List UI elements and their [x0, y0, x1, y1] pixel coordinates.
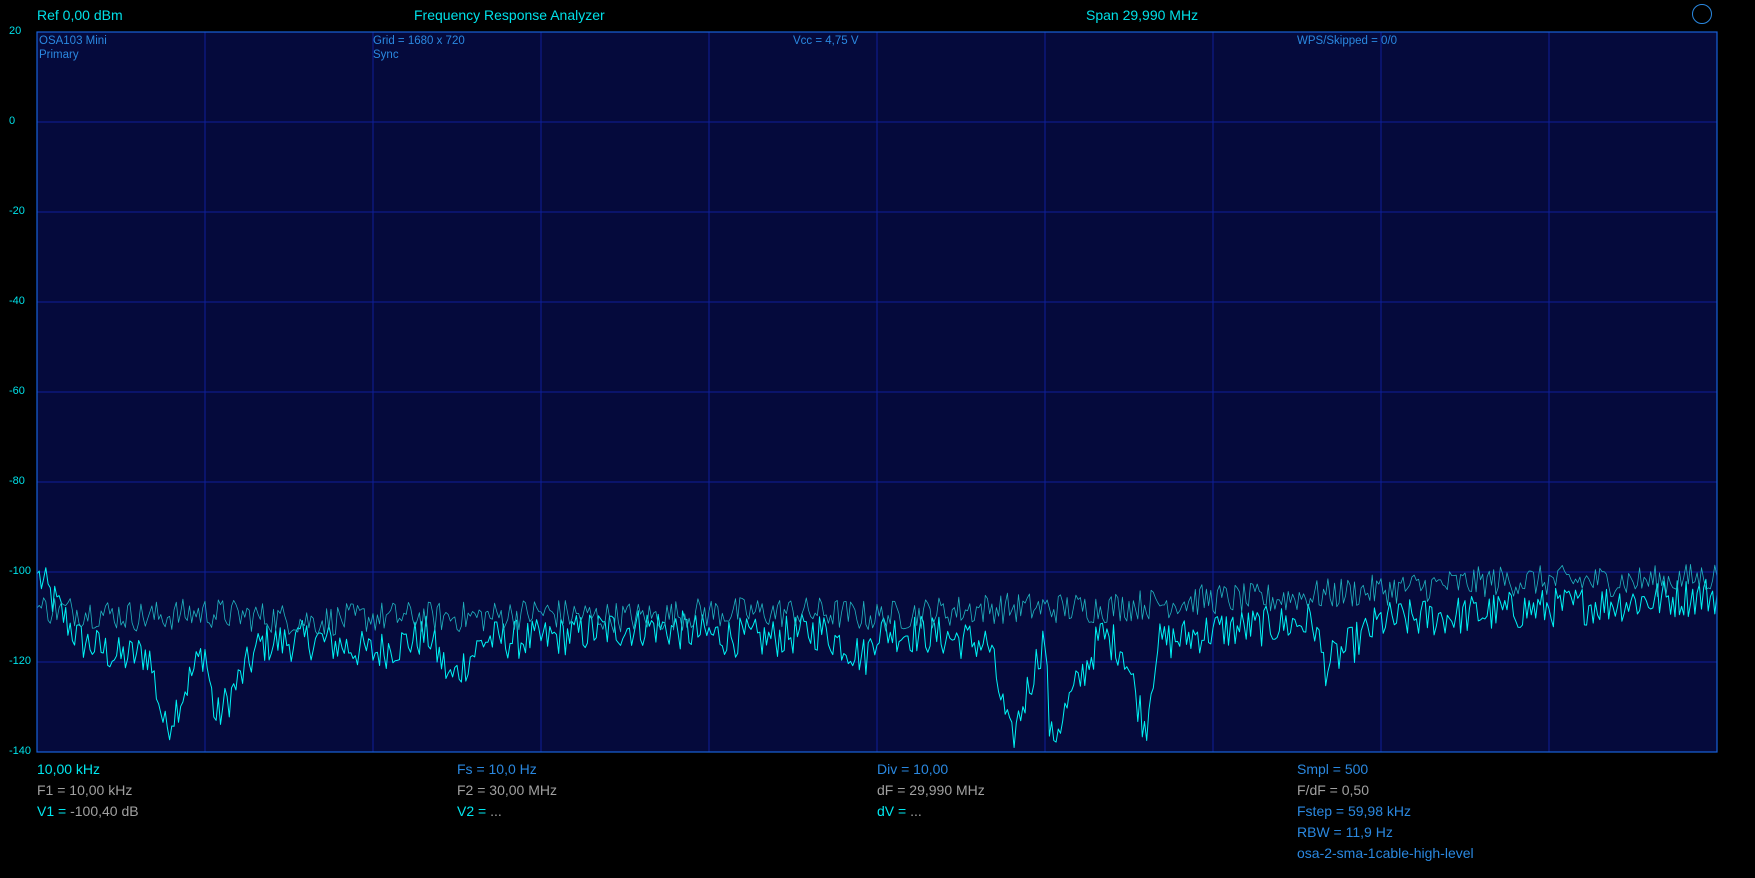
v2-readout: V2 = ...	[457, 803, 502, 819]
analyzer-screen: Ref 0,00 dBm Frequency Response Analyzer…	[0, 0, 1755, 878]
div-readout: Div = 10,00	[877, 761, 949, 777]
v1-value: -100,40 dB	[66, 803, 139, 819]
y-tick-label: -80	[9, 475, 25, 487]
spectrum-chart[interactable]	[0, 0, 1755, 878]
y-tick-label: -40	[9, 295, 25, 307]
wps-readout: WPS/Skipped = 0/0	[1297, 35, 1398, 47]
channel-mode: Primary	[39, 49, 79, 61]
grid-size: Grid = 1680 x 720	[373, 35, 465, 47]
f1-readout: F1 = 10,00 kHz	[37, 782, 133, 798]
y-tick-label: -20	[9, 205, 25, 217]
smpl-readout: Smpl = 500	[1297, 761, 1369, 777]
v1-key: V1 =	[37, 803, 67, 819]
fdf-readout: F/dF = 0,50	[1297, 782, 1369, 798]
cursor-frequency: 10,00 kHz	[37, 761, 101, 777]
v1-readout: V1 = -100,40 dB	[37, 803, 139, 819]
v2-key: V2 =	[457, 803, 487, 819]
df-readout: dF = 29,990 MHz	[877, 782, 985, 798]
y-tick-label: -60	[9, 385, 25, 397]
y-tick-label: 0	[9, 115, 16, 127]
dv-readout: dV = ...	[877, 803, 922, 819]
sync-status: Sync	[373, 49, 399, 61]
vcc-readout: Vcc = 4,75 V	[793, 35, 859, 47]
y-tick-label: 20	[9, 25, 22, 37]
fstep-readout: Fstep = 59,98 kHz	[1297, 803, 1412, 819]
profile-name: osa-2-sma-1cable-high-level	[1297, 845, 1474, 861]
dv-value: ...	[906, 803, 922, 819]
y-tick-label: -100	[9, 565, 32, 577]
y-tick-label: -140	[9, 745, 32, 757]
dv-key: dV =	[877, 803, 907, 819]
f2-readout: F2 = 30,00 MHz	[457, 782, 557, 798]
v2-value: ...	[486, 803, 502, 819]
rbw-readout: RBW = 11,9 Hz	[1297, 824, 1393, 840]
fs-readout: Fs = 10,0 Hz	[457, 761, 537, 777]
device-name: OSA103 Mini	[39, 35, 107, 47]
y-tick-label: -120	[9, 655, 32, 667]
